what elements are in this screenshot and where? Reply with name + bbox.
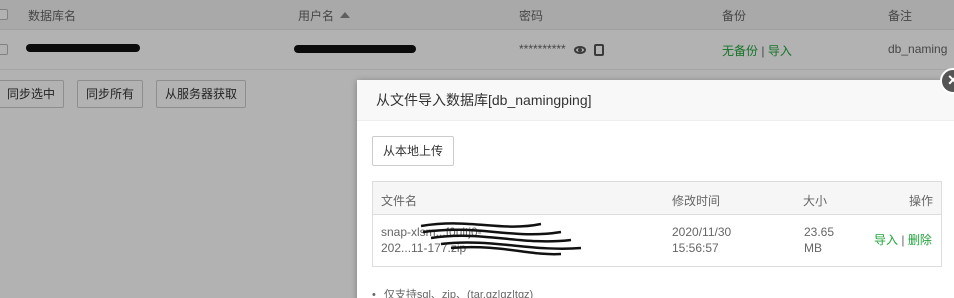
file-name-cell: snap-xlsm...f0uitj0- 202...11-177.zip [381, 222, 582, 256]
supported-formats-note: 仅支持sql、zip、(tar.gz|gz|tgz) [372, 286, 533, 298]
modified-cell: 2020/11/30 15:56:57 [672, 224, 731, 256]
actions-separator: | [901, 233, 905, 247]
import-file-link[interactable]: 导入 [874, 233, 898, 247]
dialog-title: 从文件导入数据库[db_namingping] [357, 80, 954, 121]
col-size: 大小 [803, 194, 828, 208]
col-actions: 操作 [909, 194, 934, 208]
size-cell: 23.65 MB [804, 224, 834, 256]
col-filename: 文件名 [381, 194, 418, 208]
size-unit: MB [804, 241, 822, 255]
file-table: 文件名 修改时间 大小 操作 snap-xlsm...f0uitj0- 202.… [372, 181, 942, 267]
modified-date: 2020/11/30 [672, 225, 732, 239]
file-table-header: 文件名 修改时间 大小 操作 [373, 182, 941, 215]
size-value: 23.65 [804, 225, 835, 239]
import-dialog: 从文件导入数据库[db_namingping] 从本地上传 文件名 修改时间 大… [357, 80, 954, 298]
table-row: snap-xlsm...f0uitj0- 202...11-177.zip 20… [373, 215, 941, 266]
col-modified: 修改时间 [672, 194, 721, 208]
delete-file-link[interactable]: 删除 [908, 233, 932, 247]
redaction-scribble [420, 222, 582, 256]
actions-cell: 导入 | 删除 [874, 232, 932, 248]
upload-local-button[interactable]: 从本地上传 [372, 136, 455, 166]
modified-time: 15:56:57 [672, 241, 719, 255]
